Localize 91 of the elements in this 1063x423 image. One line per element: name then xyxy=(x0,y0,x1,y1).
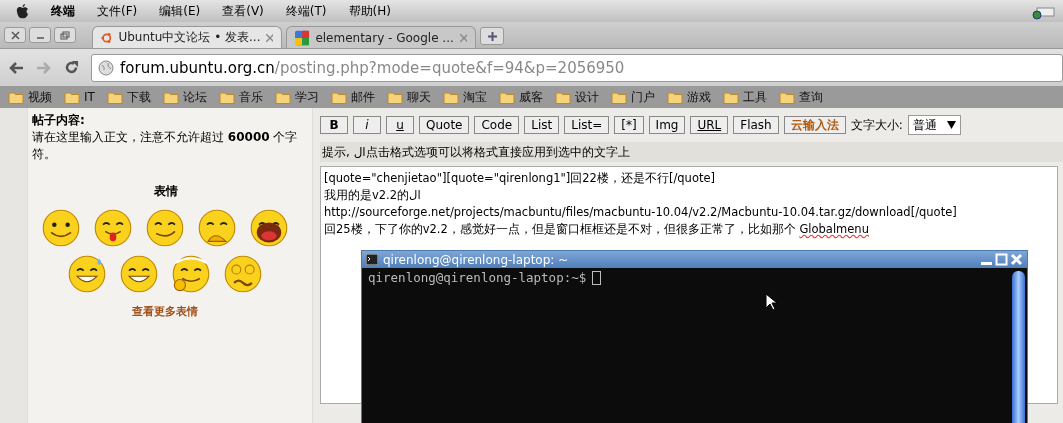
format-button[interactable]: i xyxy=(353,116,381,134)
bookmark-folder[interactable]: 论坛 xyxy=(162,88,207,106)
more-smilies-link[interactable]: 查看更多表情 xyxy=(132,304,198,319)
bookmark-folder[interactable]: IT xyxy=(64,90,95,104)
format-button[interactable]: u xyxy=(386,116,414,134)
terminal-icon xyxy=(366,254,378,265)
hint-text: 提示, ال点击格式选项可以将格式直接应用到选中的文字上 xyxy=(320,142,1063,162)
bookmark-folder[interactable]: 门户 xyxy=(610,88,655,106)
menu-item[interactable]: 查看(V) xyxy=(222,2,264,20)
bookmark-folder[interactable]: 游戏 xyxy=(666,88,711,106)
smiley-icon[interactable] xyxy=(145,208,185,248)
browser-tab[interactable]: elementary - Google ... xyxy=(286,26,476,48)
font-size-dropdown[interactable]: 普通 xyxy=(907,115,961,135)
browser-tab[interactable]: Ubuntu中文论坛 • 发表... xyxy=(92,26,282,48)
address-bar[interactable]: forum.ubuntu.org.cn/posting.php?mode=quote&f=94&p=2056950 xyxy=(91,53,1063,82)
folder-icon xyxy=(610,90,627,104)
bookmark-folder[interactable]: 视频 xyxy=(8,88,52,106)
mouse-pointer-icon xyxy=(765,293,777,311)
folder-icon xyxy=(722,90,739,104)
google-logo-icon xyxy=(295,29,310,46)
folder-icon xyxy=(778,90,795,104)
close-icon[interactable] xyxy=(1010,253,1023,266)
new-tab-button[interactable] xyxy=(480,27,504,45)
menu-item[interactable]: 帮助(H) xyxy=(348,2,391,20)
bookmark-folder[interactable]: 淘宝 xyxy=(442,88,487,106)
format-button[interactable]: URL xyxy=(690,116,729,134)
smiley-icon[interactable] xyxy=(41,208,81,248)
bookmark-folder[interactable]: 学习 xyxy=(274,88,319,106)
folder-icon xyxy=(498,90,515,104)
format-button[interactable]: Flash xyxy=(733,116,779,134)
folder-icon xyxy=(442,90,459,104)
bookmark-folder[interactable]: 设计 xyxy=(554,88,599,106)
dropdown-arrow-icon xyxy=(946,121,956,129)
ubuntu-logo-icon xyxy=(101,30,113,45)
plus-icon xyxy=(486,30,498,42)
smiley-icon[interactable] xyxy=(223,254,263,294)
close-icon xyxy=(10,30,20,40)
reload-icon[interactable] xyxy=(64,60,79,75)
format-button[interactable]: [*] xyxy=(614,116,644,134)
folder-icon xyxy=(330,90,347,104)
bookmark-folder[interactable]: 威客 xyxy=(498,88,543,106)
folder-icon xyxy=(274,90,291,104)
folder-icon xyxy=(106,90,123,104)
folder-icon xyxy=(218,90,235,104)
restore-icon xyxy=(60,30,70,40)
apple-icon[interactable] xyxy=(16,3,29,19)
bookmark-folder[interactable]: 查询 xyxy=(778,88,823,106)
close-button[interactable] xyxy=(4,27,26,43)
terminal-title: qirenlong@qirenlong-laptop: ~ xyxy=(383,252,569,267)
minimize-icon xyxy=(35,36,45,39)
maximize-icon[interactable] xyxy=(995,253,1008,266)
smiley-icon[interactable] xyxy=(93,208,133,248)
font-size-label: 文字大小: xyxy=(850,116,903,134)
folder-icon xyxy=(554,90,571,104)
menu-item[interactable]: 终端(T) xyxy=(285,2,327,20)
instructions-text: 请在这里输入正文，注意不允许超过 60000 个字符。 xyxy=(32,129,299,163)
bookmark-folder[interactable]: 工具 xyxy=(722,88,767,106)
folder-icon xyxy=(8,90,24,104)
globe-icon xyxy=(98,59,114,76)
bookmark-folder[interactable]: 下载 xyxy=(106,88,151,106)
smiley-icon[interactable] xyxy=(67,254,107,294)
smiley-icon[interactable] xyxy=(197,208,237,248)
format-button[interactable]: Quote xyxy=(419,116,470,134)
format-button[interactable]: 云输入法 xyxy=(783,116,846,134)
scrollbar[interactable] xyxy=(1012,271,1025,423)
format-button[interactable]: Img xyxy=(648,116,686,134)
folder-icon xyxy=(64,90,80,104)
format-button[interactable]: List= xyxy=(564,116,610,134)
folder-icon xyxy=(162,90,179,104)
app-name[interactable]: 终端 xyxy=(51,2,75,20)
smiley-icon[interactable] xyxy=(119,254,159,294)
minimize-button[interactable] xyxy=(29,27,51,43)
text-cursor xyxy=(592,270,602,285)
bookmark-folder[interactable]: 音乐 xyxy=(218,88,263,106)
smiley-icon[interactable] xyxy=(249,208,289,248)
smiley-icon[interactable] xyxy=(171,254,211,294)
folder-icon xyxy=(666,90,683,104)
folder-icon xyxy=(386,90,403,104)
format-button[interactable]: List xyxy=(524,116,560,134)
bookmark-folder[interactable]: 聊天 xyxy=(386,88,431,106)
back-icon[interactable] xyxy=(8,60,24,75)
close-tab-icon[interactable] xyxy=(266,33,273,42)
restore-button[interactable] xyxy=(54,27,76,43)
format-button[interactable]: B xyxy=(320,116,348,134)
format-button[interactable]: Code xyxy=(474,116,520,134)
menu-item[interactable]: 编辑(E) xyxy=(159,2,201,20)
field-label: 帖子内容: xyxy=(32,112,85,129)
shell-prompt: qirenlong@qirenlong-laptop:~$ xyxy=(368,270,587,285)
bookmark-folder[interactable]: 邮件 xyxy=(330,88,375,106)
smilies-title: 表情 xyxy=(154,183,178,200)
menu-item[interactable]: 文件(F) xyxy=(97,2,138,20)
